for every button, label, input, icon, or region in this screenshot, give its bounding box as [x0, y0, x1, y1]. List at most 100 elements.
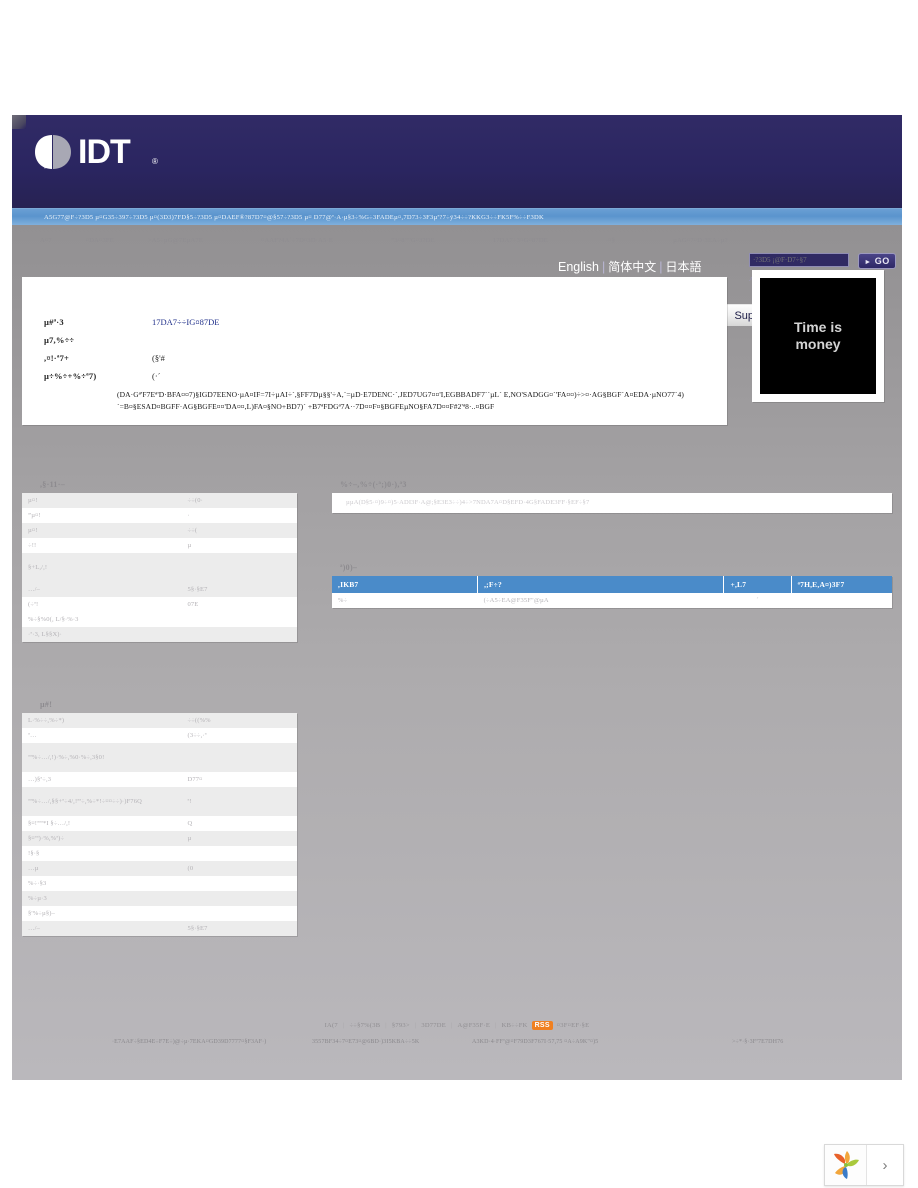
doc-val: (0: [181, 861, 297, 876]
table-row: …/– 5§·§E7: [22, 582, 297, 597]
product-col-header-0[interactable]: ,IKB7: [332, 576, 479, 593]
doc-key: %÷µ·3: [22, 891, 182, 906]
spec-key: ª'µ¤!: [28, 512, 41, 519]
table-row: …µ (0: [22, 861, 297, 876]
doc-key: L·%÷÷,%÷*): [22, 713, 182, 728]
footer-legal-b: 3557BF34÷7¤E73¤@6BD·)3I5KBA÷÷5K: [312, 1039, 420, 1045]
promo-banner-inner: Time is money: [760, 278, 876, 394]
table-header-row: ,IKB7 ,;F÷? +,L7 ª7H,E,A¤)3F7: [332, 576, 892, 593]
footer-link-2[interactable]: §793>: [392, 1022, 410, 1029]
product-col-header-2[interactable]: +,L7: [723, 576, 792, 593]
table-row: ª'µ¤! ·: [22, 508, 297, 523]
subtab-7[interactable]: µAG¤7¤D·3EA÷µ?: [673, 237, 728, 244]
floating-toolbar[interactable]: ›: [824, 1144, 904, 1186]
spec-key: ·ª·3, L§§X)·: [22, 627, 182, 642]
doc-val: Q: [187, 820, 193, 827]
doc-val: [181, 891, 297, 906]
product-col-header-1[interactable]: ,;F÷?: [477, 576, 725, 593]
spec-value-link[interactable]: 17DA7÷÷IG¤87DE: [152, 317, 219, 327]
footer-sep: |: [414, 1021, 417, 1029]
table-row: …)§ª÷,3 D77¤: [22, 772, 297, 787]
idt-logo-text: IDT: [78, 133, 131, 171]
promo-banner[interactable]: Time is money: [752, 270, 884, 402]
rss-badge[interactable]: RSS: [531, 1021, 553, 1030]
specifications-table: µ¤! ÷÷(0· ª'µ¤! · µ¤! ÷÷( ÷!! µ §+L,/,! …/– 5…: [22, 493, 297, 642]
spec-label: ,¤!·ª7+: [44, 353, 70, 363]
spec-key: µ¤!: [22, 523, 182, 538]
table-row: L·%÷÷,%÷*) ÷÷((%%: [22, 713, 297, 728]
product-table-panel: ,IKB7 ,;F÷? +,L7 ª7H,E,A¤)3F7 %÷ (÷A5÷EA…: [332, 576, 892, 608]
widget-brand-button[interactable]: [825, 1145, 867, 1185]
subtab-5[interactable]: 17DA7÷3¤G¤87DE: [493, 237, 548, 244]
doc-key: ª…: [28, 732, 37, 739]
doc-val: (3÷÷,·ª: [187, 732, 207, 739]
idt-logo[interactable]: IDT ®: [30, 131, 160, 173]
spec-val: [181, 553, 297, 582]
subtab-0[interactable]: A¤7: [40, 237, 52, 244]
footer-sep: |: [450, 1021, 453, 1029]
doc-val: ª!: [181, 787, 297, 816]
idt-logo-registered: ®: [152, 157, 158, 166]
widget-expand-button[interactable]: ›: [867, 1145, 903, 1185]
doc-key: …)§ª÷,3: [28, 776, 52, 783]
footer-sep: |: [342, 1021, 345, 1029]
table-row: !§·§: [22, 846, 297, 861]
doc-key: ªª%÷…/,§§+ª÷4/,!ªª÷,%÷*!÷¤¤÷÷)·)F76Q: [22, 787, 182, 816]
site-header: IDT ®: [12, 115, 902, 208]
doc-val: [182, 906, 298, 921]
table-row: µ¤! ÷÷(0·: [22, 493, 297, 508]
footer-link-4[interactable]: A@F35F·E: [458, 1022, 491, 1029]
spec-key: §+L,/,!: [22, 553, 182, 582]
subtab-1[interactable]: ¤DA¤3FE: [86, 237, 114, 244]
footer-legal-d: >÷*·§·3Fª7E7DH76: [732, 1039, 784, 1045]
footer-link-1[interactable]: ÷÷§7%(3B: [349, 1022, 380, 1029]
footer-rss-text: ¤3F¤EF·§E: [556, 1021, 590, 1029]
product-table-section: ª)0)– ,IKB7 ,;F÷? +,L7 ª7H,E,A¤)3F7 %÷ (…: [312, 563, 892, 608]
doc-key: %÷·§3: [28, 880, 47, 887]
doc-key: §¤!ªªª*I §÷…/,!: [28, 820, 71, 827]
doc-key: …µ: [22, 861, 182, 876]
footer-link-0[interactable]: IA(7: [325, 1022, 338, 1029]
product-cell-2: ´: [756, 597, 759, 604]
footer-legal-c: A3KD·4·FFª@¤F79D3F767I·57,75 ¤A÷A9K"¤)5: [472, 1039, 599, 1045]
secondary-navigation: A¤7 ¤DA¤3FE >A5÷µG@7EµA7E ¤AAF?4A´÷7D¤3D…: [12, 225, 902, 263]
specifications-section: ,§·11·– µ¤! ÷÷(0· ª'µ¤! · µ¤! ÷÷( ÷!! µ §+L,…: [12, 480, 312, 642]
product-table: ,IKB7 ,;F÷? +,L7 ª7H,E,A¤)3F7 %÷ (÷A5÷EA…: [332, 576, 892, 608]
related-search-strip[interactable]: µµA(D§5·¤)9÷¤)5·ADI3F·A@;§E3E3÷÷)4÷>7NDA…: [332, 493, 892, 513]
footer-link-5[interactable]: KB÷÷FK: [502, 1022, 528, 1029]
spec-val: 5§·§E7: [181, 582, 297, 597]
documents-table: L·%÷÷,%÷*) ÷÷((%% ª… (3÷÷,·ª ªª%÷…/,!)·%÷,…: [22, 713, 297, 936]
spec-row-1: µ7,%÷÷: [44, 335, 152, 345]
table-row: …/– 5§·§E7: [22, 921, 297, 936]
subtab-2[interactable]: >A5÷µG@7EµA7E: [148, 237, 203, 244]
related-search-title: %÷–,%÷(·ª;)0·),ª3: [340, 480, 407, 489]
product-table-title: ª)0)–: [340, 563, 358, 572]
doc-key: ªª%÷…/,!)·%÷,%0·%÷,3§0!: [22, 743, 182, 772]
product-col-header-3[interactable]: ª7H,E,A¤)3F7: [791, 576, 892, 593]
spec-val: [181, 627, 297, 642]
site-footer: IA(7 | ÷÷§7%(3B | §793> | 3D77DE | A@F35F·E | KB÷÷…: [12, 1008, 902, 1080]
spec-val: µ: [187, 542, 192, 549]
table-row: ªª%÷…/,!)·%÷,%0·%÷,3§0!: [22, 743, 297, 772]
documents-title: µ#!: [40, 700, 53, 709]
table-row: §¤ªª)·%,%ª)÷ µ: [22, 831, 297, 846]
documents-section: µ#! L·%÷÷,%÷*) ÷÷((%% ª… (3÷÷,·ª ªª%÷…/,!)…: [12, 700, 312, 936]
subtab-3[interactable]: ¤AAF?4A´÷7D¤3D·A5·E: [261, 237, 333, 244]
spec-key: ÷!!: [28, 542, 37, 549]
spec-label: µ÷%÷+%÷ª7): [44, 371, 97, 381]
table-row: ÷!! µ: [22, 538, 297, 553]
subtab-4[interactable]: ª'3¤8'ª''G¤3?DE: [391, 237, 435, 244]
product-description: (DA·Gª'F7Eª'D·BFA¤¤7)§IGD7EENO·µA¤IF=7I÷…: [117, 390, 684, 411]
spec-key: %÷§%0(, L/§·%·3: [28, 616, 79, 623]
footer-link-3[interactable]: 3D77DE: [421, 1022, 446, 1029]
promo-line-2: money: [795, 336, 841, 352]
spec-row-2: ,¤!·ª7+ (§'#: [44, 353, 165, 363]
subtab-6[interactable]: ·¤§: [606, 237, 615, 244]
footer-sep: |: [495, 1021, 497, 1029]
breadcrumb[interactable]: A5G77@F÷?3D5 µ¤G35÷397÷?3D5 µ¤(3D3)7FD§5…: [12, 208, 902, 225]
spec-val: ÷÷(: [181, 523, 297, 538]
spec-label: µ#ª·3: [44, 317, 64, 327]
table-row: ª… (3÷÷,·ª: [22, 728, 297, 743]
promo-banner-text: Time is money: [794, 319, 842, 353]
footer-navigation: IA(7 | ÷÷§7%(3B | §793> | 3D77DE | A@F35F·E | KB÷÷…: [12, 1021, 902, 1030]
